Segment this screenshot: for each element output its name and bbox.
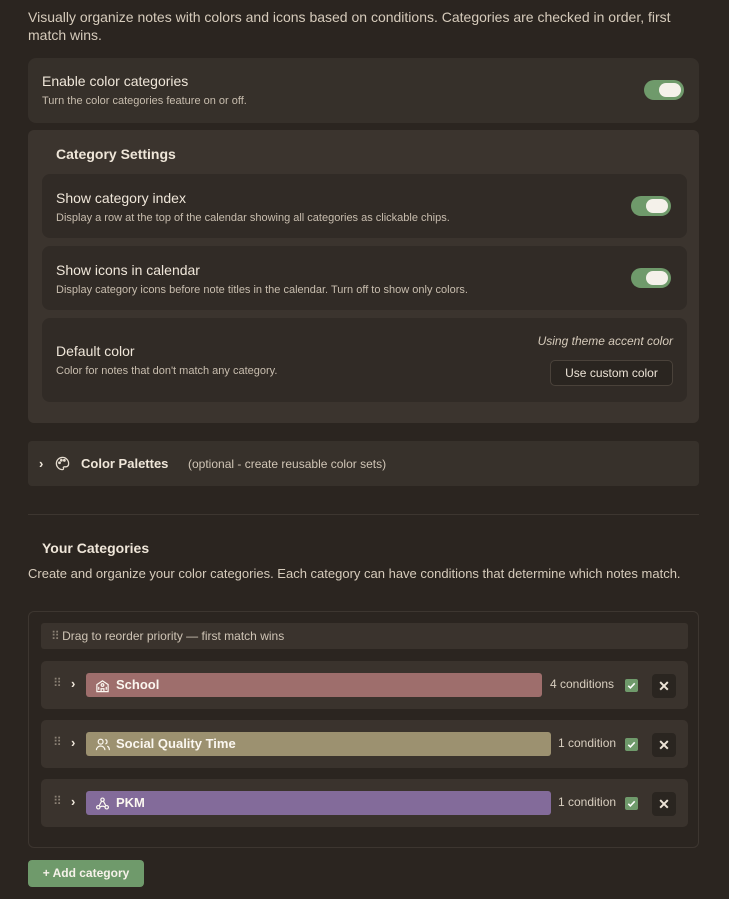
category-name: School (116, 677, 160, 692)
enabled-checkbox[interactable] (625, 738, 638, 751)
add-category-button[interactable]: + Add category (28, 860, 144, 887)
condition-count: 4 conditions (550, 677, 615, 691)
category-pill-school[interactable]: School (86, 673, 542, 697)
category-row-social-quality-time[interactable]: ⠿ › Social Quality Time 1 condition ✕ (41, 720, 688, 768)
category-list: ⠿ Drag to reorder priority — first match… (28, 611, 699, 848)
show-index-toggle[interactable] (631, 196, 671, 216)
intro-text: Visually organize notes with colors and … (28, 9, 671, 43)
use-custom-color-button[interactable]: Use custom color (550, 360, 673, 386)
enabled-checkbox[interactable] (625, 679, 638, 692)
show-icons-row: Show icons in calendar Display category … (42, 246, 687, 310)
show-index-row: Show category index Display a row at the… (42, 174, 687, 238)
chevron-right-icon[interactable]: › (39, 456, 43, 471)
palette-icon (55, 456, 70, 476)
your-categories-title: Your Categories (42, 540, 150, 556)
condition-count: 1 condition (558, 736, 617, 750)
drag-hint: ⠿ Drag to reorder priority — first match… (41, 623, 688, 649)
enable-categories-row: Enable color categories Turn the color c… (28, 58, 699, 123)
enable-categories-desc: Turn the color categories feature on or … (42, 95, 247, 107)
school-icon (96, 680, 109, 693)
default-color-desc: Color for notes that don't match any cat… (56, 365, 278, 377)
your-categories-desc: Create and organize your color categorie… (28, 566, 681, 581)
default-color-title: Default color (56, 343, 135, 359)
show-index-desc: Display a row at the top of the calendar… (56, 212, 450, 224)
condition-count: 1 condition (558, 795, 617, 809)
category-settings-panel: Category Settings Show category index Di… (28, 130, 699, 423)
chevron-right-icon[interactable]: › (71, 794, 75, 809)
category-row-pkm[interactable]: ⠿ › PKM 1 condition ✕ (41, 779, 688, 827)
enable-categories-toggle[interactable] (644, 80, 684, 100)
show-index-title: Show category index (56, 190, 186, 206)
drag-handle-icon[interactable]: ⠿ (53, 676, 62, 690)
chevron-right-icon[interactable]: › (71, 676, 75, 691)
drag-hint-text: Drag to reorder priority — first match w… (62, 629, 285, 643)
delete-category-button[interactable]: ✕ (652, 733, 676, 757)
category-name: Social Quality Time (116, 736, 236, 751)
drag-handle-icon[interactable]: ⠿ (53, 794, 62, 808)
users-icon (95, 738, 110, 751)
show-icons-title: Show icons in calendar (56, 262, 200, 278)
category-pill-pkm[interactable]: PKM (86, 791, 551, 815)
delete-category-button[interactable]: ✕ (652, 674, 676, 698)
color-palettes-section[interactable]: › Color Palettes (optional - create reus… (28, 441, 699, 486)
category-settings-title: Category Settings (56, 146, 176, 162)
category-name: PKM (116, 795, 145, 810)
show-icons-toggle[interactable] (631, 268, 671, 288)
enable-categories-title: Enable color categories (42, 73, 189, 89)
category-row-school[interactable]: ⠿ › School 4 conditions ✕ (41, 661, 688, 709)
category-pill-social-quality-time[interactable]: Social Quality Time (86, 732, 551, 756)
default-color-row: Default color Color for notes that don't… (42, 318, 687, 402)
color-palettes-title: Color Palettes (81, 456, 169, 471)
color-palettes-note: (optional - create reusable color sets) (188, 457, 387, 471)
enabled-checkbox[interactable] (625, 797, 638, 810)
default-color-status: Using theme accent color (537, 334, 673, 348)
section-divider (28, 514, 699, 515)
show-icons-desc: Display category icons before note title… (56, 284, 468, 296)
drag-handle-icon[interactable]: ⠿ (53, 735, 62, 749)
delete-category-button[interactable]: ✕ (652, 792, 676, 816)
chevron-right-icon[interactable]: › (71, 735, 75, 750)
grip-icon: ⠿ (51, 629, 60, 643)
network-icon (95, 797, 110, 810)
